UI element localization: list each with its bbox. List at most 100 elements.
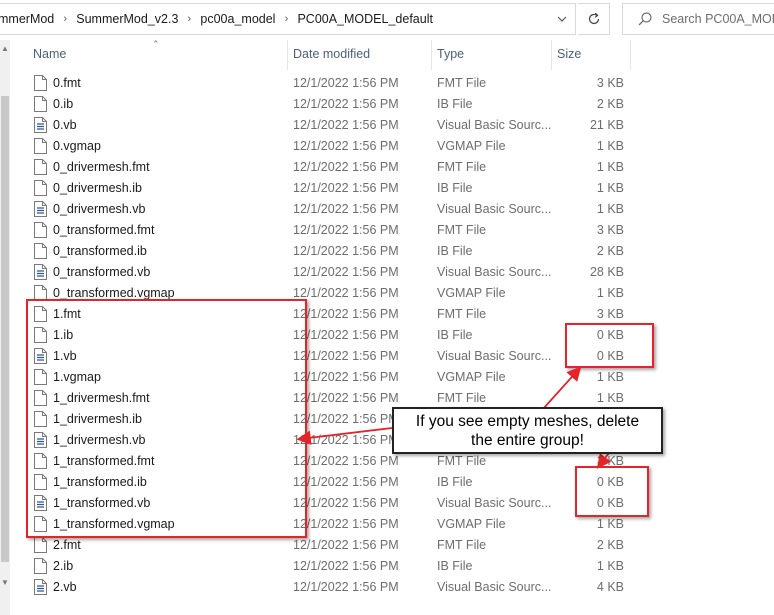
file-date-modified: 12/1/2022 1:56 PM xyxy=(293,496,399,510)
chevron-right-icon[interactable]: › xyxy=(180,13,198,25)
file-size: 1 KB xyxy=(596,286,624,300)
file-icon xyxy=(34,537,47,553)
file-type: IB File xyxy=(437,244,473,258)
file-icon xyxy=(34,180,47,196)
column-divider[interactable] xyxy=(431,40,432,70)
file-row[interactable]: 0.ib 12/1/2022 1:56 PM IB File 2 KB xyxy=(0,94,774,115)
file-type: FMT File xyxy=(437,538,487,552)
file-name: 0.vb xyxy=(53,118,77,132)
file-icon xyxy=(34,138,47,154)
chevron-down-icon xyxy=(557,16,567,22)
file-name: 2.ib xyxy=(53,559,74,573)
file-date-modified: 12/1/2022 1:56 PM xyxy=(293,76,399,90)
search-box[interactable]: Search PC00A_MODEL_default xyxy=(622,3,774,35)
file-date-modified: 12/1/2022 1:56 PM xyxy=(293,286,399,300)
file-size: 1 KB xyxy=(596,181,624,195)
address-dropdown-button[interactable] xyxy=(547,3,577,35)
file-date-modified: 12/1/2022 1:56 PM xyxy=(293,160,399,174)
column-divider[interactable] xyxy=(630,40,631,70)
breadcrumb-item[interactable]: mmerMod xyxy=(0,12,56,26)
file-date-modified: 12/1/2022 1:56 PM xyxy=(293,517,399,531)
file-type: IB File xyxy=(437,181,473,195)
vb-file-icon xyxy=(34,579,47,595)
file-size: 1 KB xyxy=(596,160,624,174)
file-date-modified: 12/1/2022 1:56 PM xyxy=(293,181,399,195)
breadcrumb-item[interactable]: pc00a_model xyxy=(198,12,277,26)
file-date-modified: 12/1/2022 1:56 PM xyxy=(293,202,399,216)
chevron-right-icon[interactable]: › xyxy=(56,13,74,25)
file-date-modified: 12/1/2022 1:56 PM xyxy=(293,538,399,552)
file-size: 2 KB xyxy=(596,97,624,111)
column-size[interactable]: Size xyxy=(557,47,581,61)
vb-file-icon xyxy=(34,117,47,133)
file-row[interactable]: 0_transformed.ib 12/1/2022 1:56 PM IB File… xyxy=(0,241,774,262)
file-row[interactable]: 0.fmt 12/1/2022 1:56 PM FMT File 3 KB xyxy=(0,73,774,94)
file-date-modified: 12/1/2022 1:56 PM xyxy=(293,139,399,153)
vb-file-icon xyxy=(34,201,47,217)
sort-ascending-icon: ⌃ xyxy=(152,39,160,49)
file-type: VGMAP File xyxy=(437,370,506,384)
file-type: FMT File xyxy=(437,454,487,468)
search-icon xyxy=(638,12,652,26)
chevron-right-icon[interactable]: › xyxy=(277,13,295,25)
file-icon xyxy=(34,558,47,574)
file-size: 4 KB xyxy=(596,580,624,594)
file-type: FMT File xyxy=(437,223,487,237)
vb-file-icon xyxy=(34,264,47,280)
file-name: 0_transformed.vb xyxy=(53,265,151,279)
file-date-modified: 12/1/2022 1:56 PM xyxy=(293,328,399,342)
file-row[interactable]: 2.vb 12/1/2022 1:56 PM Visual Basic Sourc.… xyxy=(0,577,774,598)
file-row[interactable]: 0_drivermesh.vb 12/1/2022 1:56 PM Visual B… xyxy=(0,199,774,220)
file-type: Visual Basic Sourc... xyxy=(437,265,552,279)
breadcrumb-item[interactable]: SummerMod_v2.3 xyxy=(74,12,180,26)
file-size: 3 KB xyxy=(596,76,624,90)
column-divider[interactable] xyxy=(551,40,552,70)
file-name: 0_transformed.vgmap xyxy=(53,286,175,300)
file-row[interactable]: 2.ib 12/1/2022 1:56 PM IB File 1 KB xyxy=(0,556,774,577)
file-type: IB File xyxy=(437,97,473,111)
highlight-box-group xyxy=(26,299,307,538)
file-date-modified: 12/1/2022 1:56 PM xyxy=(293,454,399,468)
file-date-modified: 12/1/2022 1:56 PM xyxy=(293,265,399,279)
column-divider[interactable] xyxy=(287,40,288,70)
refresh-button[interactable] xyxy=(578,3,610,35)
search-placeholder[interactable]: Search PC00A_MODEL_default xyxy=(662,12,774,26)
file-type: Visual Basic Sourc... xyxy=(437,202,552,216)
file-date-modified: 12/1/2022 1:56 PM xyxy=(293,580,399,594)
file-name: 0_transformed.fmt xyxy=(53,223,155,237)
file-type: VGMAP File xyxy=(437,139,506,153)
file-type: Visual Basic Sourc... xyxy=(437,349,552,363)
file-icon xyxy=(34,243,47,259)
file-name: 0.fmt xyxy=(53,76,81,90)
file-date-modified: 12/1/2022 1:56 PM xyxy=(293,349,399,363)
annotation-text-line1: If you see empty meshes, delete xyxy=(415,413,640,430)
file-row[interactable]: 0.vb 12/1/2022 1:56 PM Visual Basic Sourc.… xyxy=(0,115,774,136)
file-type: Visual Basic Sourc... xyxy=(437,118,552,132)
file-row[interactable]: 0_drivermesh.fmt 12/1/2022 1:56 PM FMT Fil… xyxy=(0,157,774,178)
toolbar: mmerMod › SummerMod_v2.3 › pc00a_model ›… xyxy=(0,0,774,40)
file-name: 0.vgmap xyxy=(53,139,101,153)
column-date-modified[interactable]: Date modified xyxy=(293,47,370,61)
file-type: IB File xyxy=(437,475,473,489)
address-bar[interactable]: mmerMod › SummerMod_v2.3 › pc00a_model ›… xyxy=(0,3,576,35)
breadcrumb-item[interactable]: PC00A_MODEL_default xyxy=(295,12,435,26)
file-row[interactable]: 0.vgmap 12/1/2022 1:56 PM VGMAP File 1 KB xyxy=(0,136,774,157)
file-row[interactable]: 0_transformed.vb 12/1/2022 1:56 PM Visual … xyxy=(0,262,774,283)
file-row[interactable]: 0_drivermesh.ib 12/1/2022 1:56 PM IB File 1… xyxy=(0,178,774,199)
file-date-modified: 12/1/2022 1:56 PM xyxy=(293,412,399,426)
file-date-modified: 12/1/2022 1:56 PM xyxy=(293,223,399,237)
file-row[interactable]: 0_transformed.fmt 12/1/2022 1:56 PM FMT Fi… xyxy=(0,220,774,241)
column-name[interactable]: Name xyxy=(33,47,66,61)
file-type: FMT File xyxy=(437,76,487,90)
file-name: 0_transformed.ib xyxy=(53,244,147,258)
column-type[interactable]: Type xyxy=(437,47,464,61)
file-row[interactable]: 2.fmt 12/1/2022 1:56 PM FMT File 2 KB xyxy=(0,535,774,556)
file-icon xyxy=(34,96,47,112)
file-size: 1 KB xyxy=(596,559,624,573)
file-type: IB File xyxy=(437,559,473,573)
file-type: IB File xyxy=(437,328,473,342)
file-date-modified: 12/1/2022 1:56 PM xyxy=(293,475,399,489)
file-date-modified: 12/1/2022 1:56 PM xyxy=(293,559,399,573)
file-type: FMT File xyxy=(437,307,487,321)
file-size: 3 KB xyxy=(596,223,624,237)
